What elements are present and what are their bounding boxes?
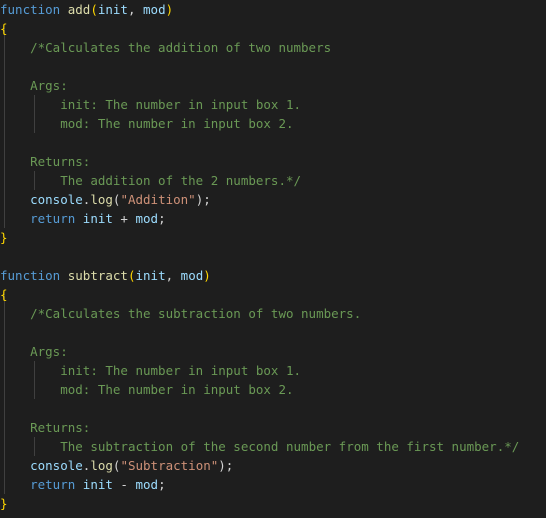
code-token: - [112,477,136,492]
code-line[interactable]: /*Calculates the subtraction of two numb… [0,304,361,323]
code-line[interactable]: Returns: [0,418,90,437]
code-line[interactable]: { [0,285,8,304]
code-token: Returns: [30,154,91,169]
code-token: mod: The number in input box 2. [60,382,294,397]
code-line[interactable]: return init - mod; [0,475,166,494]
code-token: mod [143,2,166,17]
code-token: init [82,477,113,492]
code-token: } [0,496,8,511]
code-line[interactable]: { [0,19,8,38]
code-token: init: The number in input box 1. [60,97,302,112]
code-line[interactable]: The subtraction of the second number fro… [0,437,519,456]
code-token: log [90,458,113,473]
code-token: , [165,268,181,283]
code-token: return [30,211,76,226]
code-token: console [30,192,83,207]
code-token: ) [203,268,211,283]
code-line[interactable]: function subtract(init, mod) [0,266,211,285]
code-token: mod [135,477,159,492]
code-line[interactable]: } [0,228,8,247]
code-token: ( [90,2,98,17]
code-token: , [127,2,144,17]
code-line[interactable]: console.log("Subtraction"); [0,456,233,475]
code-token: function [0,268,61,283]
code-token: add [67,2,91,17]
code-line[interactable]: Returns: [0,152,90,171]
code-token: ) [165,2,174,17]
code-token: init [97,2,128,17]
code-token: function [0,2,61,17]
code-token: } [0,230,8,245]
code-editor[interactable]: function add(init, mod){ /*Calculates th… [0,0,546,518]
code-token: { [0,287,8,302]
code-token: "Subtraction" [120,458,219,473]
code-token: ); [195,192,211,207]
code-token: /*Calculates the addition of two numbers [30,40,332,55]
code-token: The addition of the 2 numbers.*/ [60,173,302,188]
code-token: ( [127,268,136,283]
code-line[interactable]: The addition of the 2 numbers.*/ [0,171,301,190]
code-token: console [30,458,83,473]
code-token: return [30,477,76,492]
code-token: init [135,268,166,283]
code-token: mod [135,211,159,226]
code-token: log [90,192,113,207]
code-line[interactable]: mod: The number in input box 2. [0,380,294,399]
code-token: Args: [30,344,68,359]
code-token: init: The number in input box 1. [60,363,302,378]
code-token: mod: The number in input box 2. [60,116,294,131]
code-line[interactable]: return init + mod; [0,209,166,228]
code-token: ; [158,477,166,492]
code-token: { [0,21,8,36]
code-line[interactable]: function add(init, mod) [0,0,173,19]
code-line[interactable]: } [0,494,8,513]
code-token: ); [218,458,234,473]
code-line[interactable]: Args: [0,76,68,95]
code-token: "Addition" [120,192,196,207]
code-token: mod [180,268,204,283]
code-token: + [112,211,136,226]
code-token: ; [158,211,166,226]
code-token: subtract [67,268,128,283]
code-line[interactable]: mod: The number in input box 2. [0,114,294,133]
code-token: The subtraction of the second number fro… [60,439,520,454]
code-token: init [82,211,113,226]
code-line[interactable]: /*Calculates the addition of two numbers [0,38,331,57]
code-line[interactable]: init: The number in input box 1. [0,95,301,114]
code-line[interactable]: Args: [0,342,68,361]
code-token: Args: [30,78,68,93]
code-token: /*Calculates the subtraction of two numb… [30,306,362,321]
code-line[interactable]: console.log("Addition"); [0,190,211,209]
code-token: Returns: [30,420,91,435]
code-line[interactable]: init: The number in input box 1. [0,361,301,380]
